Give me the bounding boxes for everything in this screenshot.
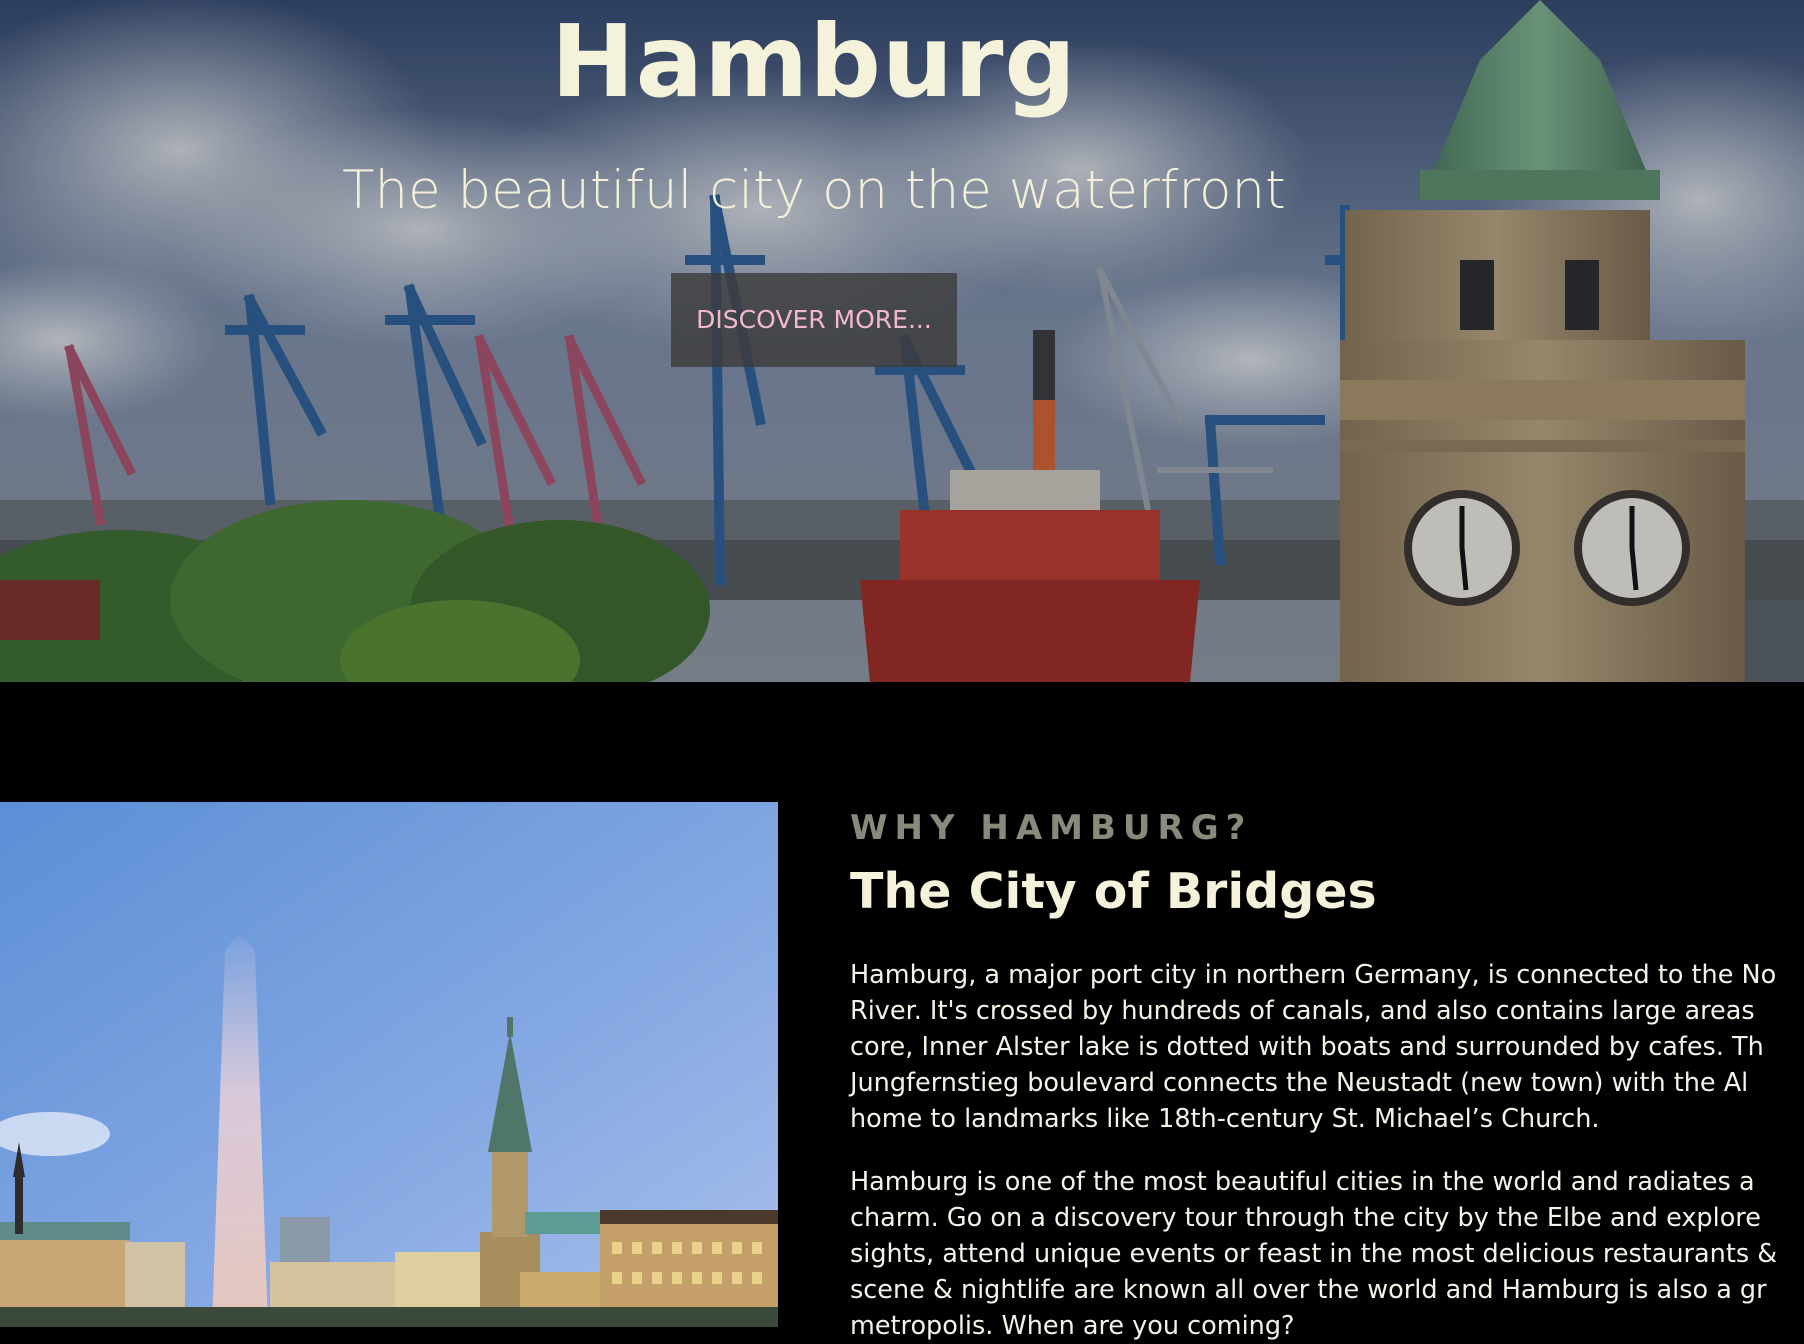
- paragraph-line: Jungfernstieg boulevard connects the Neu…: [850, 1068, 1749, 1098]
- paragraph-line: sights, attend unique events or feast in…: [850, 1239, 1778, 1269]
- hero-section: Hamburg The beautiful city on the waterf…: [0, 0, 1804, 682]
- section-title: The City of Bridges: [850, 863, 1377, 920]
- inner-alster-photo: [0, 802, 778, 1327]
- paragraph-line: core, Inner Alster lake is dotted with b…: [850, 1032, 1764, 1062]
- paragraph-line: River. It's crossed by hundreds of canal…: [850, 996, 1755, 1026]
- paragraph-line: home to landmarks like 18th-century St. …: [850, 1104, 1600, 1134]
- section-eyebrow: WHY HAMBURG?: [850, 808, 1253, 848]
- hero-title: Hamburg: [550, 3, 1078, 120]
- second-paragraph: Hamburg is one of the most beautiful cit…: [850, 1164, 1777, 1344]
- paragraph-line: scene & nightlife are known all over the…: [850, 1275, 1767, 1305]
- paragraph-line: charm. Go on a discovery tour through th…: [850, 1203, 1761, 1233]
- inner-alster-image: [0, 802, 778, 1327]
- why-hamburg-section: WHY HAMBURG? The City of Bridges Hamburg…: [850, 802, 1804, 1341]
- discover-more-button[interactable]: DISCOVER MORE...: [671, 273, 957, 367]
- paragraph-line: metropolis. When are you coming?: [850, 1311, 1295, 1341]
- intro-paragraph: Hamburg, a major port city in northern G…: [850, 957, 1776, 1137]
- hero-subtitle: The beautiful city on the waterfront: [342, 160, 1286, 221]
- paragraph-line: Hamburg, a major port city in northern G…: [850, 960, 1777, 990]
- paragraph-line: Hamburg is one of the most beautiful cit…: [850, 1167, 1755, 1197]
